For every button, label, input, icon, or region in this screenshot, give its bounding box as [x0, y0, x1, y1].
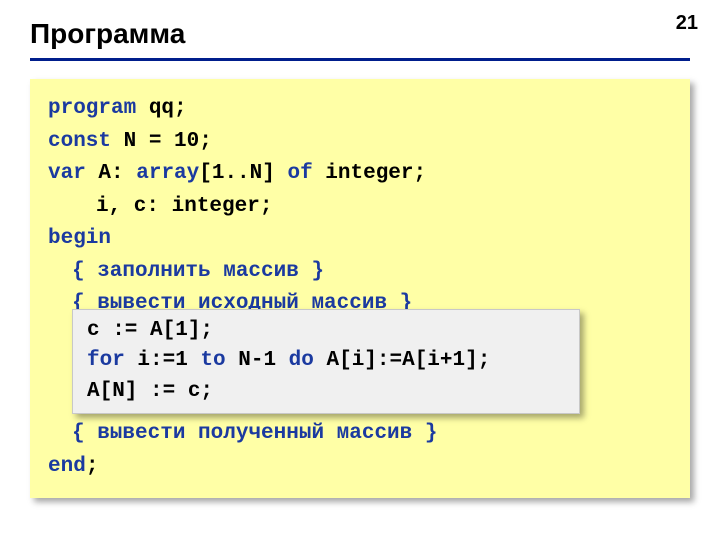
code-comment: { вывести полученный массив } [48, 418, 672, 451]
code-text: N = 10; [111, 130, 212, 153]
code-line: for i:=1 to N-1 do A[i]:=A[i+1]; [87, 346, 565, 376]
code-line: c := A[1]; [87, 316, 565, 346]
keyword: of [287, 162, 312, 185]
code-line: i, c: integer; [48, 191, 672, 224]
keyword: for [87, 349, 125, 372]
keyword: var [48, 162, 86, 185]
keyword: const [48, 130, 111, 153]
keyword: program [48, 97, 136, 120]
code-text: i:=1 [125, 349, 201, 372]
code-text: A[i]:=A[i+1]; [314, 349, 490, 372]
code-line: program qq; [48, 93, 672, 126]
keyword: end [48, 455, 86, 478]
title-underline [30, 58, 690, 61]
slide: 21 Программа program qq; const N = 10; v… [0, 0, 720, 540]
inset-code-block: c := A[1]; for i:=1 to N-1 do A[i]:=A[i+… [72, 309, 580, 414]
code-line: A[N] := c; [87, 377, 565, 407]
code-line: const N = 10; [48, 126, 672, 159]
code-text: qq; [136, 97, 186, 120]
code-text: N-1 [226, 349, 289, 372]
code-text: A: [86, 162, 136, 185]
keyword: array [136, 162, 199, 185]
keyword: begin [48, 227, 111, 250]
code-text: [1..N] [199, 162, 287, 185]
page-title: Программа [30, 18, 690, 50]
keyword: do [289, 349, 314, 372]
code-line: var A: array[1..N] of integer; [48, 158, 672, 191]
keyword: to [200, 349, 225, 372]
code-line: end; [48, 451, 672, 484]
code-comment: { заполнить массив } [48, 256, 672, 289]
code-line: begin [48, 223, 672, 256]
code-block: program qq; const N = 10; var A: array[1… [30, 79, 690, 498]
page-number: 21 [676, 12, 698, 35]
code-text: ; [86, 455, 99, 478]
code-text: integer; [313, 162, 426, 185]
